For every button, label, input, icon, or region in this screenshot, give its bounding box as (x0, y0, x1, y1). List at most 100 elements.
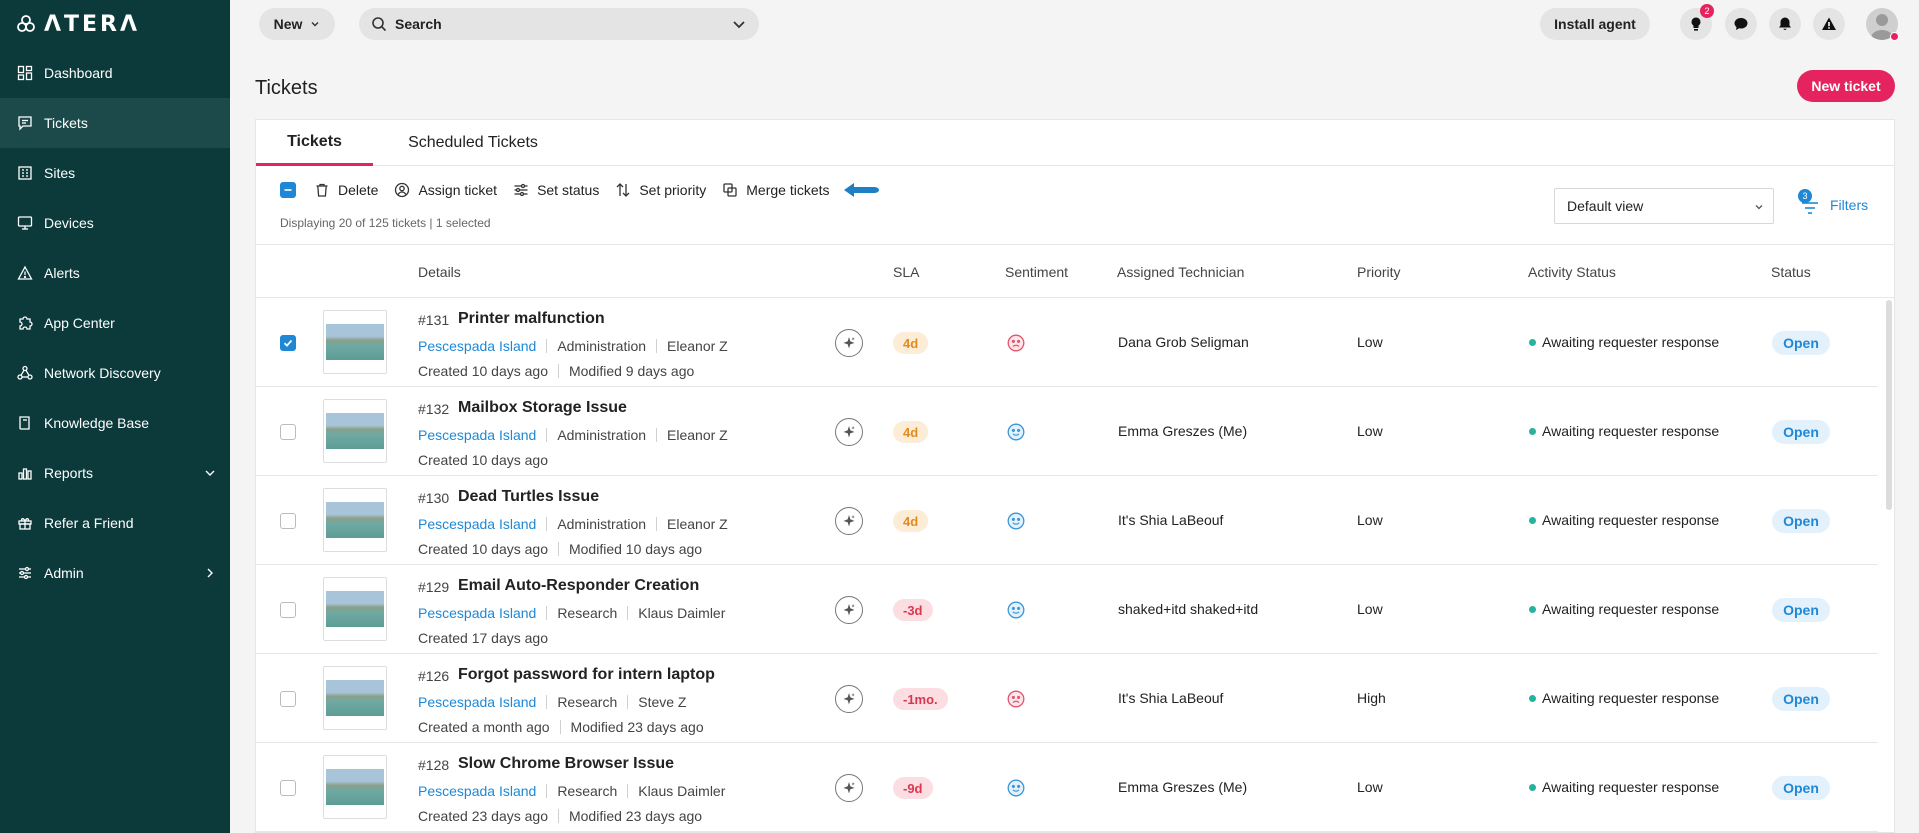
ticket-requester: Klaus Daimler (638, 783, 726, 799)
assigned-technician[interactable]: Dana Grob Seligman (1118, 334, 1249, 350)
column-assigned-technician[interactable]: Assigned Technician (1117, 264, 1244, 280)
status-badge[interactable]: Open (1772, 331, 1830, 355)
ticket-priority[interactable]: Low (1357, 334, 1383, 350)
sidebar-item-tickets[interactable]: Tickets (0, 98, 230, 148)
ai-assist-button[interactable] (835, 418, 863, 446)
assign-ticket-button[interactable]: Assign ticket (394, 182, 497, 198)
site-link[interactable]: Pescespada Island (418, 605, 536, 621)
site-link[interactable]: Pescespada Island (418, 783, 536, 799)
activity-status-text: Awaiting requester response (1542, 690, 1720, 706)
ticket-priority[interactable]: Low (1357, 779, 1383, 795)
table-row[interactable]: #130 Dead Turtles Issue Pescespada Islan… (256, 476, 1878, 565)
table-row[interactable]: #129 Email Auto-Responder Creation Pesce… (256, 565, 1878, 654)
set-status-button[interactable]: Set status (513, 182, 599, 198)
ticket-title[interactable]: Dead Turtles Issue (458, 488, 599, 506)
sidebar-item-reports[interactable]: Reports (0, 448, 230, 498)
assigned-technician[interactable]: shaked+itd shaked+itd (1118, 601, 1258, 617)
column-sentiment[interactable]: Sentiment (1005, 264, 1068, 280)
separator (656, 517, 658, 531)
status-badge[interactable]: Open (1772, 598, 1830, 622)
chat-button[interactable] (1725, 8, 1757, 40)
site-link[interactable]: Pescespada Island (418, 338, 536, 354)
separator (557, 809, 559, 823)
site-link[interactable]: Pescespada Island (418, 516, 536, 532)
sidebar-item-refer-a-friend[interactable]: Refer a Friend (0, 498, 230, 548)
activity-status: Awaiting requester response (1529, 334, 1719, 350)
ai-assist-button[interactable] (835, 774, 863, 802)
site-link[interactable]: Pescespada Island (418, 694, 536, 710)
row-checkbox[interactable] (280, 424, 296, 440)
ticket-title[interactable]: Printer malfunction (458, 310, 605, 328)
install-agent-button[interactable]: Install agent (1540, 8, 1650, 40)
status-badge[interactable]: Open (1772, 776, 1830, 800)
sidebar-item-devices[interactable]: Devices (0, 198, 230, 248)
sidebar-item-alerts[interactable]: Alerts (0, 248, 230, 298)
select-all-checkbox[interactable] (280, 182, 296, 198)
ticket-priority[interactable]: Low (1357, 512, 1383, 528)
row-checkbox[interactable] (280, 602, 296, 618)
row-checkbox[interactable] (280, 780, 296, 796)
assigned-technician[interactable]: It's Shia LaBeouf (1118, 512, 1223, 528)
ticket-priority[interactable]: Low (1357, 423, 1383, 439)
ticket-number: #130 (418, 490, 450, 506)
ai-assist-button[interactable] (835, 596, 863, 624)
sidebar-item-network-discovery[interactable]: Network Discovery (0, 348, 230, 398)
search-bar[interactable]: Search (359, 8, 759, 40)
row-checkbox[interactable] (280, 335, 296, 351)
column-status[interactable]: Status (1771, 264, 1811, 280)
ticket-priority[interactable]: High (1357, 690, 1386, 706)
row-checkbox[interactable] (280, 691, 296, 707)
ticket-title[interactable]: Slow Chrome Browser Issue (458, 755, 674, 773)
column-priority[interactable]: Priority (1357, 264, 1401, 280)
ai-assist-button[interactable] (835, 507, 863, 535)
tips-button[interactable]: 2 (1680, 4, 1714, 40)
page-title: Tickets (255, 77, 318, 99)
assigned-technician[interactable]: It's Shia LaBeouf (1118, 690, 1223, 706)
table-row[interactable]: #131 Printer malfunction Pescespada Isla… (256, 298, 1878, 387)
filters-button[interactable]: 3 Filters (1798, 189, 1868, 220)
column-activity-status[interactable]: Activity Status (1528, 264, 1616, 280)
assigned-technician[interactable]: Emma Greszes (Me) (1118, 423, 1247, 439)
status-badge[interactable]: Open (1772, 509, 1830, 533)
status-badge[interactable]: Open (1772, 420, 1830, 444)
ticket-modified: Modified 23 days ago (568, 808, 703, 824)
thumbnail-image (326, 324, 384, 360)
table-row[interactable]: #132 Mailbox Storage Issue Pescespada Is… (256, 387, 1878, 476)
sidebar-item-knowledge-base[interactable]: Knowledge Base (0, 398, 230, 448)
tab-tickets[interactable]: Tickets (256, 120, 373, 166)
assigned-technician[interactable]: Emma Greszes (Me) (1118, 779, 1247, 795)
sidebar-item-sites[interactable]: Sites (0, 148, 230, 198)
sla-badge: -3d (893, 599, 933, 621)
sidebar-item-app-center[interactable]: App Center (0, 298, 230, 348)
thumbnail-image (326, 680, 384, 716)
new-ticket-button[interactable]: New ticket (1797, 70, 1895, 102)
sidebar-item-admin[interactable]: Admin (0, 548, 230, 598)
alerts-button[interactable] (1813, 8, 1845, 40)
delete-button[interactable]: Delete (314, 182, 378, 198)
sidebar: ΛTERΛ Dashboard Tickets Sites Devices Al… (0, 0, 230, 833)
column-sla[interactable]: SLA (893, 264, 919, 280)
row-checkbox[interactable] (280, 513, 296, 529)
sidebar-item-dashboard[interactable]: Dashboard (0, 48, 230, 98)
status-badge[interactable]: Open (1772, 687, 1830, 711)
set-priority-button[interactable]: Set priority (615, 182, 706, 198)
ai-assist-button[interactable] (835, 685, 863, 713)
site-link[interactable]: Pescespada Island (418, 427, 536, 443)
ai-assist-button[interactable] (835, 329, 863, 357)
table-scrollbar[interactable] (1886, 300, 1892, 510)
ticket-priority[interactable]: Low (1357, 601, 1383, 617)
view-select[interactable]: Default view (1554, 188, 1774, 224)
new-button[interactable]: New (259, 8, 335, 40)
notifications-button[interactable] (1769, 8, 1801, 40)
ticket-title[interactable]: Mailbox Storage Issue (458, 399, 627, 417)
ticket-title[interactable]: Forgot password for intern laptop (458, 666, 715, 684)
separator (627, 606, 629, 620)
merge-tickets-button[interactable]: Merge tickets (722, 182, 830, 198)
app-logo[interactable]: ΛTERΛ (16, 12, 140, 37)
table-row[interactable]: #128 Slow Chrome Browser Issue Pescespad… (256, 743, 1878, 832)
ticket-title[interactable]: Email Auto-Responder Creation (458, 577, 699, 595)
table-row[interactable]: #126 Forgot password for intern laptop P… (256, 654, 1878, 743)
minus-icon (284, 189, 292, 191)
tab-scheduled-tickets[interactable]: Scheduled Tickets (373, 120, 573, 166)
column-details[interactable]: Details (418, 264, 461, 280)
